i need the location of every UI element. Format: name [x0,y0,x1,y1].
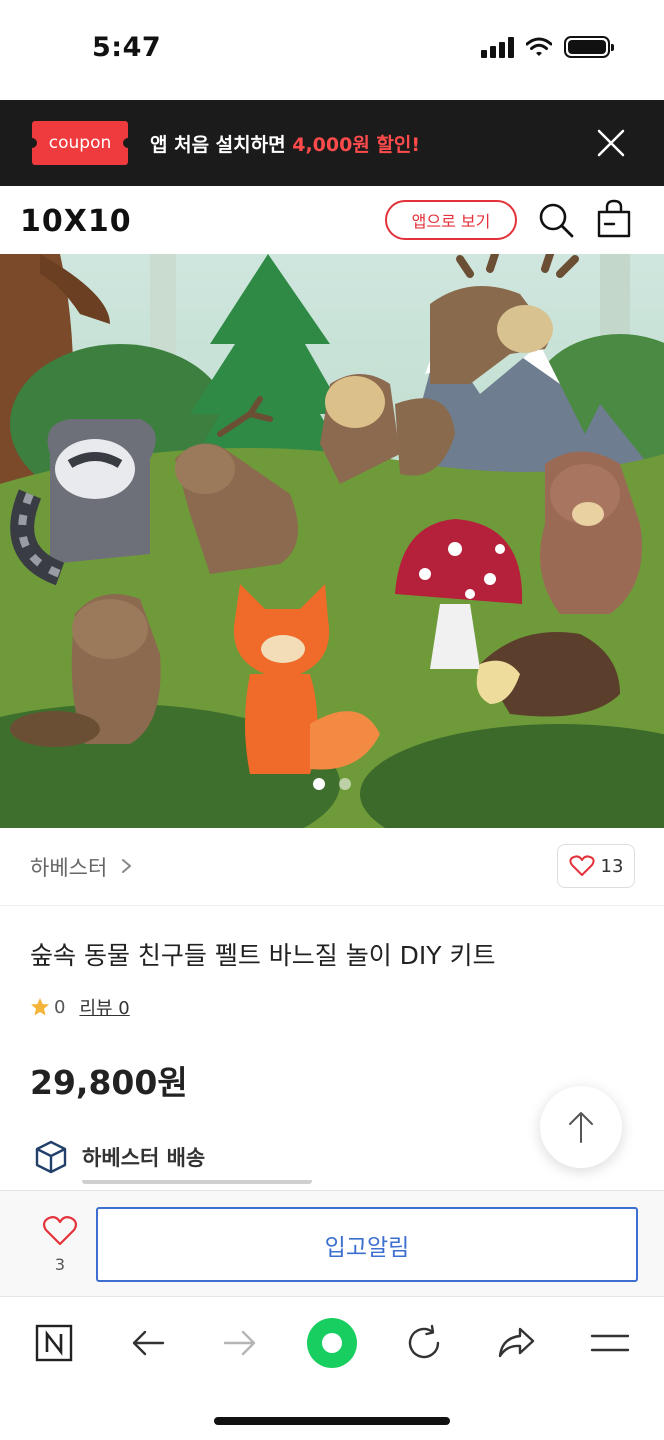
naver-tab-icon [35,1324,73,1362]
package-box-icon [35,1140,67,1174]
forward-button[interactable] [216,1319,264,1367]
arrow-up-icon [569,1112,593,1143]
rating-value: 0 [54,996,66,1018]
coupon-banner[interactable]: coupon 앱 처음 설치하면 4,000원 할인! [0,100,664,186]
forward-arrow-icon [223,1330,256,1356]
status-bar: 5:47 [0,0,664,100]
back-arrow-icon [132,1330,165,1356]
carousel-dot-2[interactable] [339,778,351,790]
like-count: 13 [600,855,624,877]
heart-icon [42,1216,78,1246]
coupon-discount: 4,000원 할인! [292,134,421,156]
naver-tab-button[interactable] [30,1319,78,1367]
green-dot-icon [307,1318,357,1368]
rating-row: 0 리뷰 0 [30,994,130,1020]
review-link[interactable]: 리뷰 0 [79,994,129,1020]
app-view-button[interactable]: 앱으로 보기 [385,200,517,240]
menu-button[interactable] [586,1319,634,1367]
coupon-badge: coupon [27,121,133,165]
site-logo[interactable]: 10X10 [20,204,132,239]
heart-icon [568,855,595,876]
shipping-label: 하베스터 배송 [82,1146,206,1170]
home-indicator [214,1417,450,1425]
purchase-bar: 3 입고알림 [0,1190,664,1296]
wish-count: 3 [54,1255,66,1274]
product-price: 29,800원 [30,1063,188,1102]
share-icon [498,1327,535,1358]
carousel-indicator [0,778,664,790]
product-image-carousel[interactable] [0,254,664,828]
search-icon[interactable] [536,200,576,240]
coupon-text-prefix: 앱 처음 설치하면 [150,134,293,156]
shipping-row: 하베스터 배송 [34,1140,205,1174]
status-icons [481,36,614,58]
shopping-bag-icon[interactable] [594,198,634,240]
product-image [0,254,664,828]
scroll-to-top-button[interactable] [540,1086,622,1168]
like-button[interactable]: 13 [557,844,635,888]
back-button[interactable] [124,1319,172,1367]
star-icon [31,998,49,1016]
share-button[interactable] [492,1319,540,1367]
chevron-right-icon[interactable] [120,858,134,874]
wifi-icon [526,37,552,56]
restock-alert-button[interactable]: 입고알림 [96,1207,638,1282]
close-icon[interactable] [596,128,626,158]
wish-button[interactable]: 3 [38,1215,82,1274]
coupon-text: 앱 처음 설치하면 4,000원 할인! [150,130,420,157]
green-dot-button[interactable] [306,1317,358,1369]
reload-icon [408,1324,440,1359]
menu-icon [590,1334,630,1352]
reload-button[interactable] [400,1319,448,1367]
brand-link[interactable]: 하베스터 [30,852,107,882]
carousel-dot-1[interactable] [313,778,325,790]
brand-row: 하베스터 13 [0,828,664,906]
site-header: 10X10 앱으로 보기 [0,186,664,254]
product-title: 숲속 동물 친구들 펠트 바느질 놀이 DIY 키트 [30,941,496,970]
shipping-detail-clipped [82,1180,382,1190]
status-time: 5:47 [92,32,162,63]
battery-icon [564,36,614,58]
cellular-signal-icon [481,36,514,58]
